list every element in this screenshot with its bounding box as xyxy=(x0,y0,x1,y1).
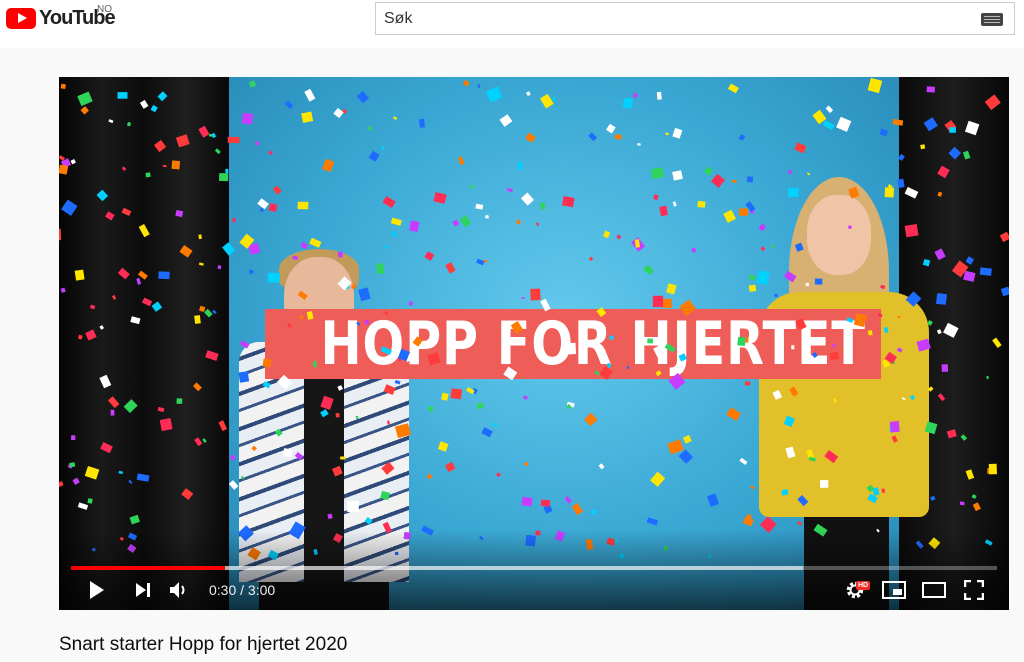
video-title: Snart starter Hopp for hjertet 2020 xyxy=(59,634,348,655)
video-player[interactable]: HOPP FOR HJERTET 0:30 / 3:00 HD xyxy=(59,77,1009,610)
miniplayer-icon xyxy=(882,581,906,599)
youtube-play-logo-icon xyxy=(6,7,36,29)
volume-button[interactable] xyxy=(165,575,193,605)
next-button[interactable] xyxy=(129,575,157,605)
masthead: YouTube NO xyxy=(0,0,1024,48)
theater-mode-icon xyxy=(922,582,946,598)
fullscreen-button[interactable] xyxy=(959,575,989,605)
search-box xyxy=(375,2,1015,35)
play-icon xyxy=(90,581,104,599)
progress-bar[interactable] xyxy=(71,566,997,570)
region-code: NO xyxy=(97,4,112,15)
fullscreen-icon xyxy=(964,580,984,600)
next-icon xyxy=(136,583,150,597)
keyboard-icon[interactable] xyxy=(981,13,1003,26)
hd-badge: HD xyxy=(856,581,871,590)
theater-mode-button[interactable] xyxy=(919,575,949,605)
settings-button[interactable] xyxy=(841,575,869,605)
play-button[interactable] xyxy=(83,575,111,605)
progress-played xyxy=(71,566,226,570)
time-display: 0:30 / 3:00 xyxy=(209,582,276,598)
search-input[interactable] xyxy=(376,3,966,34)
miniplayer-button[interactable] xyxy=(879,575,909,605)
overlay-title-text: HOPP FOR HJERTET xyxy=(320,309,866,379)
volume-icon xyxy=(170,582,185,598)
